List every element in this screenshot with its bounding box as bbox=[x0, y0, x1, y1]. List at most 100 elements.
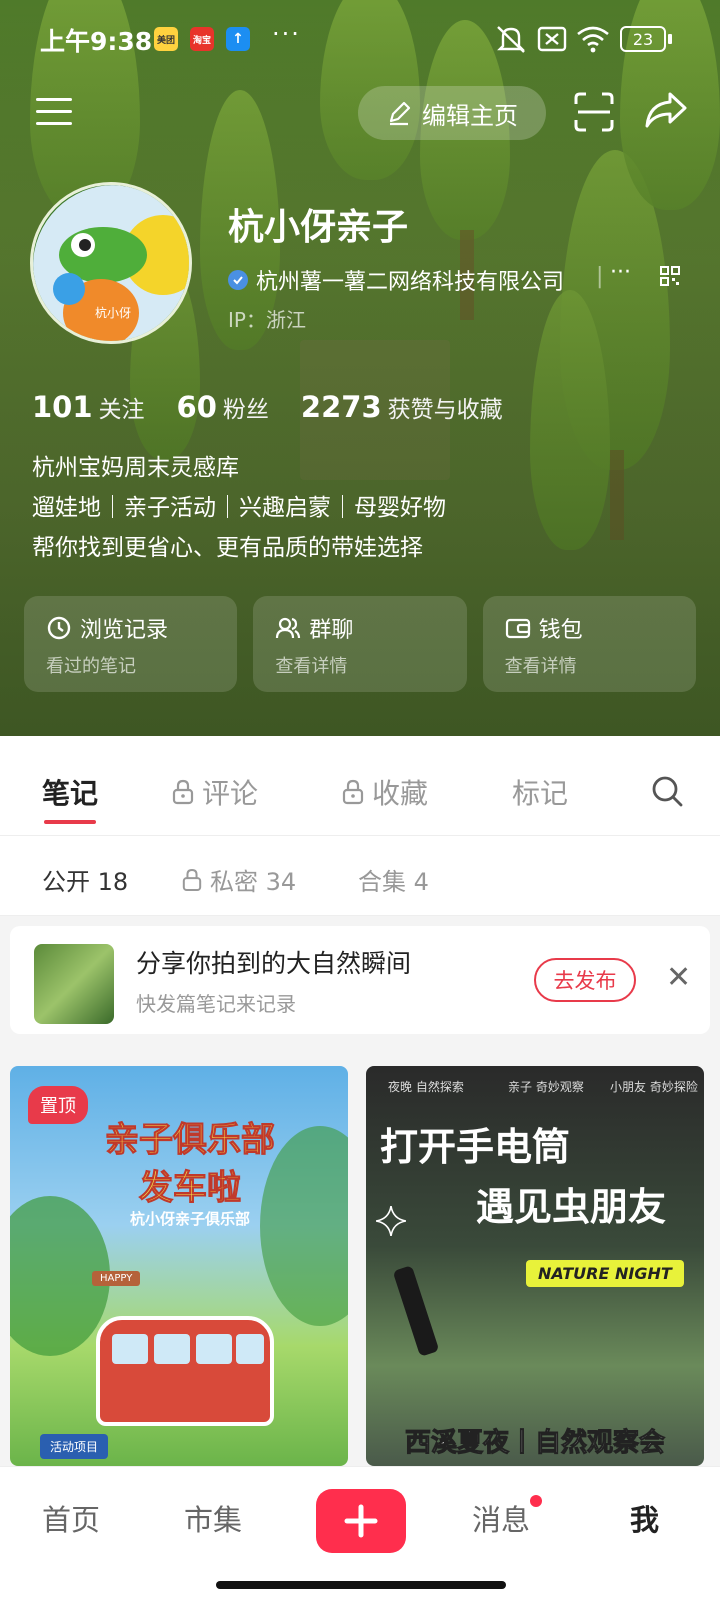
clock-icon bbox=[47, 616, 71, 640]
sparkle-icon bbox=[376, 1206, 406, 1236]
poster-bottom-title: 西溪夏夜丨自然观察会 bbox=[404, 1428, 665, 1459]
go-publish-button[interactable]: 去发布 bbox=[534, 958, 636, 1002]
history-title: 浏览记录 bbox=[80, 618, 169, 643]
tab-marks[interactable]: 标记 bbox=[512, 772, 568, 812]
nav-me[interactable]: 我 bbox=[630, 1497, 659, 1539]
status-time: 上午9:38 bbox=[40, 27, 153, 56]
status-bar: 上午9:38 美团 淘宝 ↑ ··· 23 bbox=[0, 0, 720, 78]
scan-icon[interactable] bbox=[574, 92, 614, 132]
bio-line: 杭州宝妈周末灵感库 bbox=[32, 455, 239, 481]
avatar[interactable]: 杭小伢 bbox=[30, 182, 192, 344]
group-chat-card[interactable]: 群聊 查看详情 bbox=[253, 596, 467, 692]
likes-count[interactable]: 2273 bbox=[301, 390, 382, 424]
edit-profile-label: 编辑主页 bbox=[422, 101, 518, 130]
avatar-text: 杭小伢 bbox=[95, 305, 131, 320]
share-icon[interactable] bbox=[644, 90, 688, 130]
menu-icon[interactable] bbox=[36, 94, 74, 130]
sim-off-icon bbox=[537, 26, 567, 52]
nav-home[interactable]: 首页 bbox=[42, 1497, 100, 1539]
poster-title-line1: 亲子俱乐部 bbox=[105, 1120, 276, 1161]
pencil-icon bbox=[389, 101, 411, 126]
note-filter-tabs: 公开 18 私密 34 合集 4 bbox=[0, 836, 720, 916]
history-subtitle: 看过的笔记 bbox=[46, 656, 136, 677]
followers-count[interactable]: 60 bbox=[177, 390, 217, 424]
battery-icon: 23 bbox=[620, 26, 666, 52]
close-icon[interactable]: ✕ bbox=[666, 960, 691, 995]
tab-comments[interactable]: 评论 bbox=[172, 772, 258, 812]
nav-messages[interactable]: 消息 bbox=[472, 1497, 530, 1539]
note-card[interactable]: 置顶 亲子俱乐部 发车啦 杭小伢亲子俱乐部 HAPPY 活动项目 bbox=[10, 1066, 348, 1466]
qrcode-icon[interactable] bbox=[660, 266, 680, 286]
wallet-icon bbox=[505, 618, 530, 639]
tab-favorites[interactable]: 收藏 bbox=[342, 772, 428, 812]
unread-dot bbox=[530, 1495, 542, 1507]
mute-icon bbox=[497, 26, 525, 53]
tab-marks-label: 标记 bbox=[512, 777, 569, 810]
create-post-button[interactable] bbox=[316, 1489, 406, 1553]
search-icon[interactable] bbox=[650, 774, 684, 808]
profile-content: 笔记 评论 收藏 标记 公开 18 私密 34 合集 4 分享你拍到的大自然瞬间… bbox=[0, 736, 720, 1466]
tab-comments-label: 评论 bbox=[202, 777, 259, 810]
profile-name: 杭小伢亲子 bbox=[228, 207, 409, 248]
filter-private-label: 私密 34 bbox=[210, 868, 297, 896]
note-tag: 小朋友 奇妙探险 bbox=[610, 1080, 698, 1094]
poster-title-line1: 打开手电筒 bbox=[380, 1125, 571, 1169]
filter-collections-label: 合集 4 bbox=[358, 868, 429, 896]
profile-tabs: 笔记 评论 收藏 标记 bbox=[0, 736, 720, 836]
filter-public-label: 公开 18 bbox=[42, 868, 129, 896]
battery-tip bbox=[668, 34, 672, 44]
note-tag: 亲子 奇妙观察 bbox=[508, 1080, 584, 1094]
filter-collections[interactable]: 合集 4 bbox=[358, 862, 429, 897]
ip-location: IP：浙江 bbox=[228, 308, 306, 332]
history-card[interactable]: 浏览记录 看过的笔记 bbox=[24, 596, 238, 692]
stats-row: 101 关注 60 粉丝 2273 获赞与收藏 bbox=[32, 390, 535, 424]
group-chat-title: 群聊 bbox=[309, 618, 354, 643]
note-card[interactable]: 夜晚 自然探索 亲子 奇妙观察 小朋友 奇妙探险 打开手电筒 遇见虫朋友 NAT… bbox=[366, 1066, 704, 1466]
top-bar: 编辑主页 bbox=[0, 84, 720, 144]
crocodile-mascot-image: 杭小伢 bbox=[33, 185, 189, 341]
publish-prompt: 分享你拍到的大自然瞬间 快发篇笔记来记录 去发布 ✕ bbox=[10, 926, 710, 1034]
note-tag: 夜晚 自然探索 bbox=[388, 1080, 464, 1094]
wifi-icon bbox=[577, 26, 609, 53]
quick-cards: 浏览记录 看过的笔记 群聊 查看详情 钱包 查看详情 bbox=[24, 596, 696, 692]
home-indicator[interactable] bbox=[216, 1581, 506, 1589]
wallet-card[interactable]: 钱包 查看详情 bbox=[482, 596, 696, 692]
happy-sign: HAPPY bbox=[92, 1271, 141, 1286]
battery-level: 23 bbox=[632, 29, 654, 49]
company-row[interactable]: 杭州薯一薯二网络科技有限公司 bbox=[228, 264, 564, 296]
likes-label[interactable]: 获赞与收藏 bbox=[388, 390, 503, 424]
poster-subtitle: 杭小伢亲子俱乐部 bbox=[129, 1210, 250, 1228]
more-icon[interactable]: ··· bbox=[610, 260, 631, 285]
poster-title-line2: 发车啦 bbox=[139, 1168, 242, 1209]
group-icon bbox=[276, 617, 301, 639]
meituan-icon: 美团 bbox=[154, 27, 178, 51]
bottom-nav: 首页 市集 消息 我 bbox=[0, 1466, 720, 1600]
active-tab-underline bbox=[44, 820, 96, 824]
company-name: 杭州薯一薯二网络科技有限公司 bbox=[256, 270, 565, 295]
lock-icon bbox=[342, 779, 364, 805]
group-chat-subtitle: 查看详情 bbox=[275, 656, 348, 677]
verified-icon bbox=[228, 270, 248, 290]
lock-icon bbox=[182, 868, 202, 891]
bus-illustration bbox=[96, 1316, 274, 1426]
following-count[interactable]: 101 bbox=[32, 390, 93, 424]
activity-label: 活动项目 bbox=[40, 1434, 109, 1459]
bio-line: 帮你找到更省心、更有品质的带娃选择 bbox=[32, 535, 423, 561]
followers-label[interactable]: 粉丝 bbox=[223, 390, 269, 424]
following-label[interactable]: 关注 bbox=[99, 390, 145, 424]
notification-more-icon: ··· bbox=[272, 20, 301, 48]
poster-title-line2: 遇见虫朋友 bbox=[476, 1185, 667, 1229]
tab-notes[interactable]: 笔记 bbox=[42, 772, 98, 812]
prompt-subtitle: 快发篇笔记来记录 bbox=[136, 992, 296, 1016]
wallet-title: 钱包 bbox=[538, 618, 583, 643]
profile-bio: 杭州宝妈周末灵感库 遛娃地｜亲子活动｜兴趣启蒙｜母婴好物 帮你找到更省心、更有品… bbox=[32, 448, 446, 568]
profile-header: 上午9:38 美团 淘宝 ↑ ··· 23 编辑主页 杭小伢 杭小伢亲子 杭州薯… bbox=[0, 0, 720, 736]
filter-private[interactable]: 私密 34 bbox=[182, 862, 296, 897]
divider: | bbox=[596, 264, 604, 289]
nav-market[interactable]: 市集 bbox=[184, 1497, 242, 1539]
tab-notes-label: 笔记 bbox=[42, 777, 99, 810]
lock-icon bbox=[172, 779, 194, 805]
filter-public[interactable]: 公开 18 bbox=[42, 862, 128, 897]
upload-icon: ↑ bbox=[226, 27, 250, 51]
edit-profile-button[interactable]: 编辑主页 bbox=[358, 86, 546, 140]
